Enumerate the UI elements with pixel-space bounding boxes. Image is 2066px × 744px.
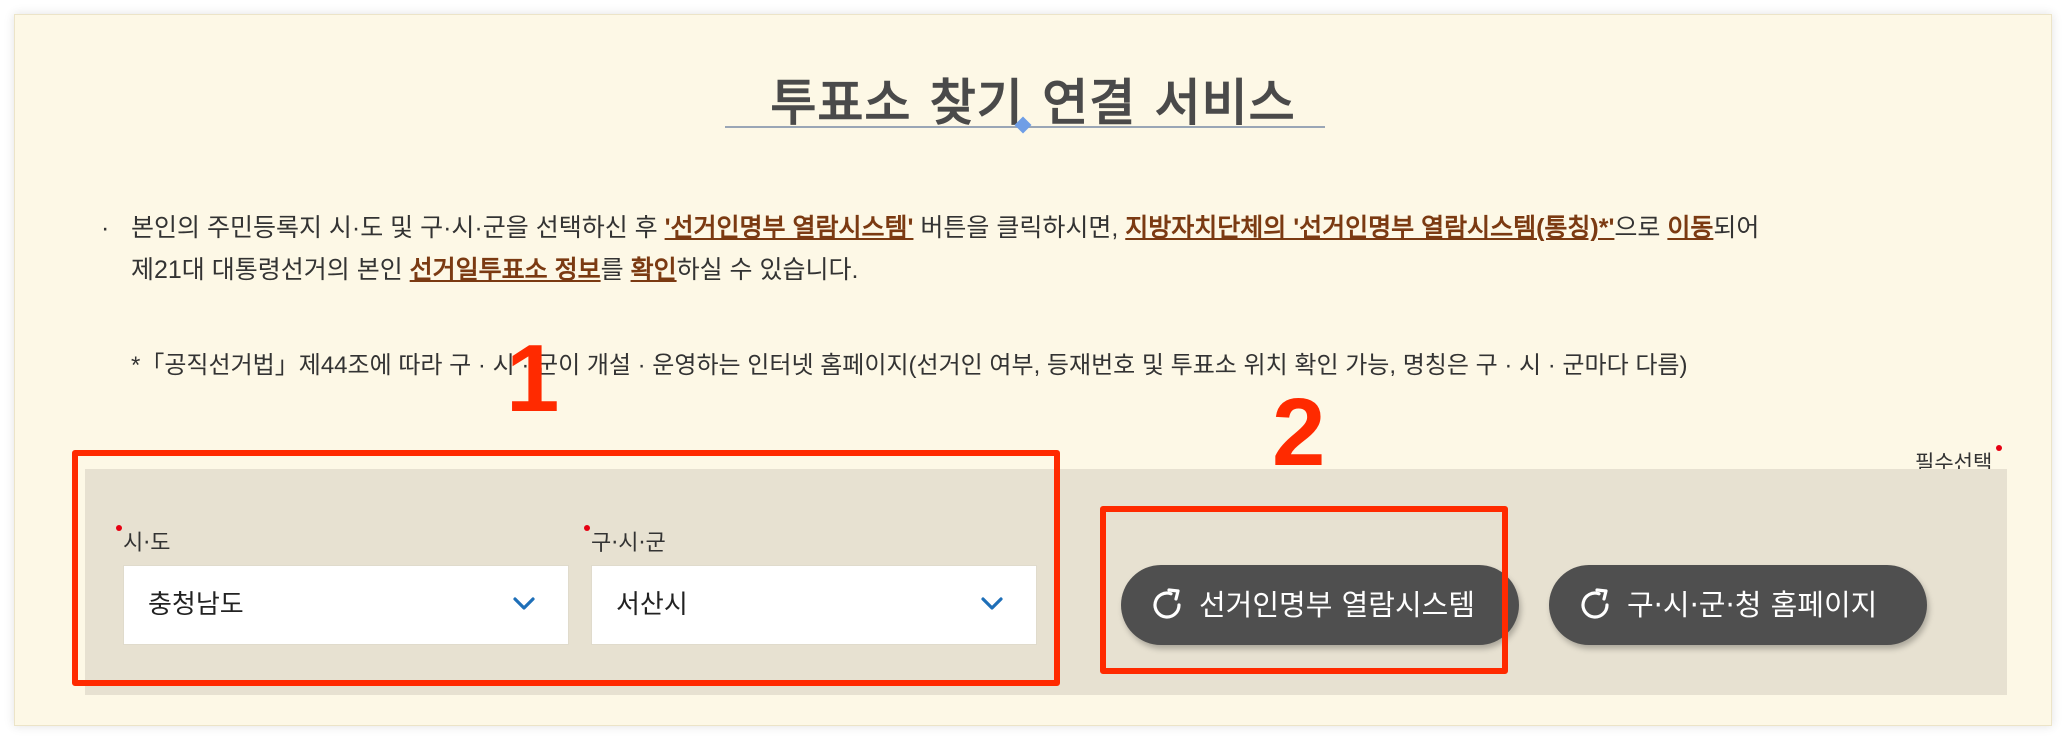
desc-text: 제21대 대통령선거의 본인: [131, 256, 410, 284]
desc-text: 버튼을 클릭하시면,: [913, 214, 1126, 242]
homepage-button-label: 구·시·군·청 홈페이지: [1627, 588, 1878, 622]
page-title: 투표소 찾기 연결 서비스: [770, 74, 1296, 132]
required-dot: [1996, 445, 2003, 451]
service-description: · 본인의 주민등록지 시·도 및 구·시·군을 선택하신 후 '선거인명부 열…: [101, 207, 1759, 291]
local-gov-homepage-button[interactable]: 구·시·군·청 홈페이지: [1549, 565, 1927, 645]
annotation-box-1: [72, 450, 1060, 686]
footnote: *「공직선거법」제44조에 따라 구 · 시 · 군이 개설 · 운영하는 인터…: [131, 352, 1688, 379]
description-line-2: 제21대 대통령선거의 본인 선거일투표소 정보를 확인하실 수 있습니다.: [105, 249, 1755, 291]
description-line-1: 본인의 주민등록지 시·도 및 구·시·군을 선택하신 후 '선거인명부 열람시…: [105, 207, 1759, 249]
desc-emphasis-polling-info: 선거일투표소 정보: [409, 256, 601, 284]
desc-emphasis-local-gov: 지방자치단체의 '선거인명부 열람시스템(통칭)*': [1125, 214, 1615, 242]
desc-text: 본인의 주민등록지 시·도 및 구·시·군을 선택하신 후: [131, 214, 665, 242]
desc-text: 를: [600, 256, 631, 284]
annotation-box-2: [1100, 506, 1508, 674]
bullet-mark: ·: [101, 214, 110, 242]
annotation-number-1: 1: [506, 325, 560, 432]
external-link-refresh-icon: [1581, 588, 1609, 619]
desc-emphasis-move: 이동: [1667, 214, 1714, 242]
annotation-number-2: 2: [1272, 379, 1326, 486]
desc-emphasis-confirm: 확인: [630, 256, 677, 284]
desc-text: 되어: [1713, 214, 1760, 242]
desc-text: 하실 수 있습니다.: [676, 256, 859, 284]
desc-emphasis-registry: '선거인명부 열람시스템': [664, 214, 914, 242]
desc-text: 으로: [1614, 214, 1668, 242]
